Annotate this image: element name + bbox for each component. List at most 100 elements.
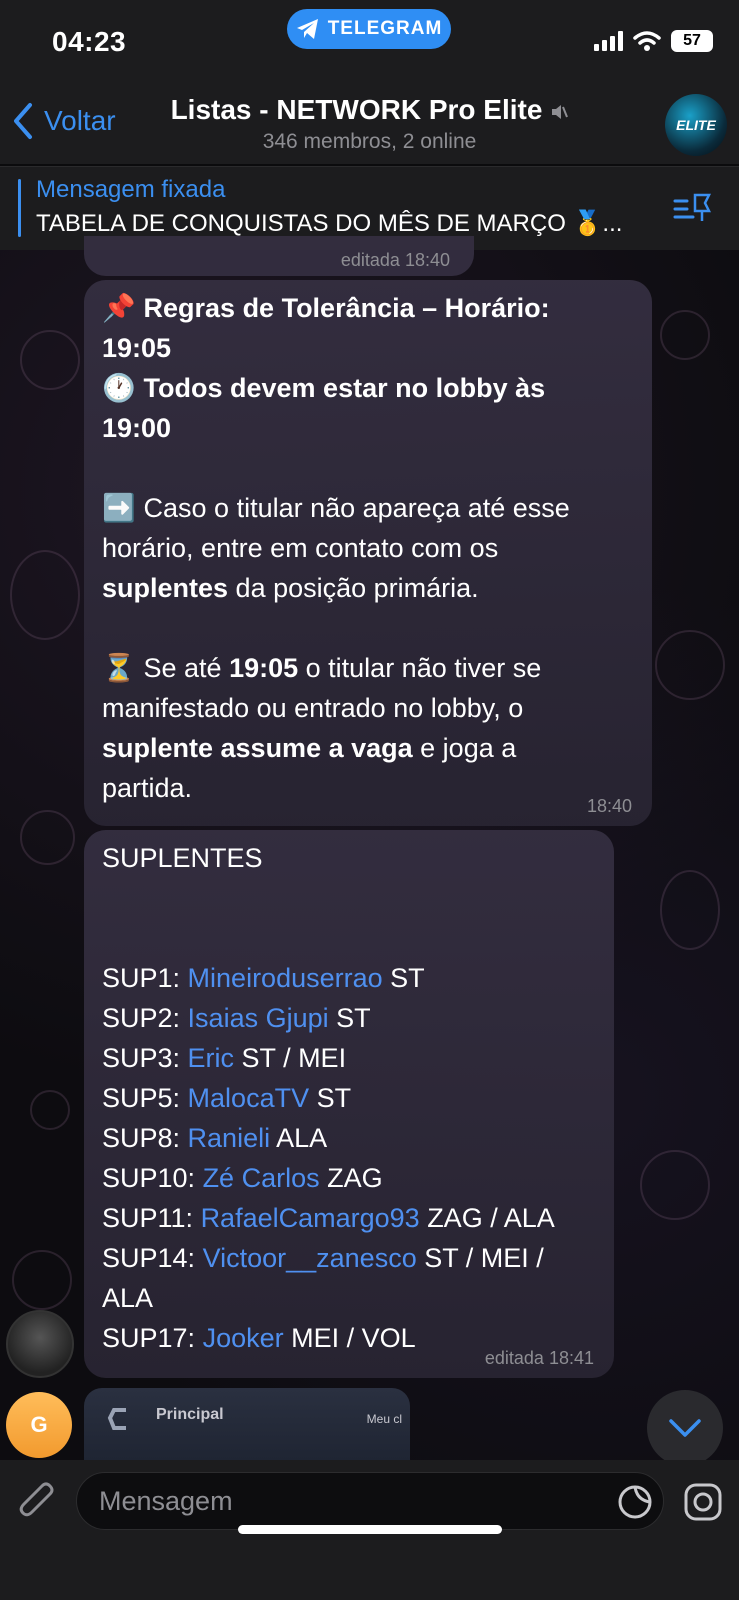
pinned-text: TABELA DE CONQUISTAS DO MÊS DE MARÇO 🥇..… [36, 210, 623, 237]
rules-title: Regras de Tolerância – Horário: [143, 293, 550, 323]
substitute-username-link[interactable]: Mineiroduserrao [188, 963, 383, 993]
substitute-slot: SUP5: [102, 1083, 188, 1113]
substitute-row: SUP10: Zé Carlos ZAG [102, 1158, 596, 1198]
substitute-row: ALA [102, 1278, 596, 1318]
bold-text: 19:05 [229, 653, 299, 683]
group-avatar-text: ELITE [676, 117, 716, 133]
telegram-pill[interactable]: TELEGRAM [287, 9, 451, 49]
pin-list-icon[interactable] [673, 191, 713, 225]
bold-text: suplente assume a vaga [102, 733, 413, 763]
substitute-position: ST / MEI / [416, 1243, 544, 1273]
paragraph-text: manifestado ou entrado no lobby, o [102, 693, 524, 723]
battery-icon: 57 [671, 30, 713, 52]
substitute-slot: SUP11: [102, 1203, 201, 1233]
substitute-row: SUP14: Victoor__zanesco ST / MEI / [102, 1238, 596, 1278]
substitute-username-link[interactable]: Victoor__zanesco [203, 1243, 417, 1273]
substitutes-list: SUP1: Mineiroduserrao ST SUP2: Isaias Gju… [102, 958, 596, 1358]
telegram-icon [296, 19, 318, 39]
lobby-time: 19:00 [102, 413, 172, 443]
message-line: suplente assume a vaga e joga a [102, 728, 634, 768]
mute-icon [552, 104, 569, 119]
message-line: 🕐 Todos devem estar no lobby às [102, 368, 634, 408]
camera-icon[interactable] [683, 1482, 723, 1522]
substitute-username-link[interactable]: Eric [188, 1043, 235, 1073]
substitute-slot: SUP1: [102, 963, 188, 993]
home-indicator [238, 1525, 502, 1534]
substitute-username-link[interactable]: Jooker [203, 1323, 284, 1353]
pinned-label: Mensagem fixada [36, 176, 226, 203]
message-input[interactable]: Mensagem [76, 1472, 664, 1530]
paragraph-text: Se até [143, 653, 230, 683]
substitute-position: ST / MEI [234, 1043, 347, 1073]
substitute-row: SUP3: Eric ST / MEI [102, 1038, 596, 1078]
substitute-position: ALA [270, 1123, 328, 1153]
substitute-position: ST [328, 1003, 371, 1033]
paragraph-text: horário, entre em contato com os [102, 533, 499, 563]
previous-message-bubble[interactable]: editada 18:40 [84, 236, 474, 276]
image-label-2: Meu cl [366, 1412, 402, 1426]
pin-indicator [18, 179, 21, 237]
avatar-letter: G [30, 1412, 48, 1437]
bold-text: suplentes [102, 573, 229, 603]
message-time: editada 18:41 [484, 1348, 594, 1368]
group-avatar[interactable]: ELITE [665, 94, 727, 156]
substitute-position: ZAG [319, 1163, 383, 1193]
app-logo-icon [107, 1408, 126, 1430]
scroll-down-button[interactable] [647, 1390, 723, 1466]
message-bubble-substitutes[interactable]: SUPLENTES SUP1: Mineiroduserrao ST SUP2: … [84, 830, 614, 1378]
message-line: ➡️ Caso o titular não apareça até esse [102, 488, 634, 528]
substitute-position: MEI / VOL [283, 1323, 416, 1353]
substitute-slot: SUP17: [102, 1323, 203, 1353]
paragraph-text: da posição primária. [228, 573, 479, 603]
chat-header: Voltar Listas - NETWORK Pro Elite 346 me… [0, 88, 739, 164]
paperclip-icon[interactable] [18, 1482, 58, 1524]
substitute-slot: SUP2: [102, 1003, 188, 1033]
status-icons: 57 [594, 30, 713, 52]
substitute-username-link[interactable]: MalocaTV [188, 1083, 310, 1113]
hourglass-icon: ⏳ [102, 653, 136, 683]
message-line: suplentes da posição primária. [102, 568, 634, 608]
substitute-username-link[interactable]: Zé Carlos [203, 1163, 320, 1193]
substitute-username-link[interactable]: Isaias Gjupi [188, 1003, 329, 1033]
substitute-position: ST [382, 963, 425, 993]
substitutes-heading: SUPLENTES [102, 843, 263, 873]
substitute-slot: SUP10: [102, 1163, 203, 1193]
message-time: 18:40 [586, 796, 632, 816]
arrow-right-icon: ➡️ [102, 493, 136, 523]
message-line: ⏳ Se até 19:05 o titular não tiver se [102, 648, 634, 688]
wifi-icon [633, 31, 661, 51]
image-message[interactable]: Principal Meu cl [84, 1388, 410, 1460]
lobby-text: Todos devem estar no lobby às [143, 373, 546, 403]
substitute-row: SUP11: RafaelCamargo93 ZAG / ALA [102, 1198, 596, 1238]
substitute-position: ALA [102, 1283, 154, 1313]
sticker-icon[interactable] [617, 1484, 653, 1520]
avatar-g[interactable]: G [6, 1392, 72, 1458]
substitute-username-link[interactable]: Ranieli [188, 1123, 271, 1153]
message-time: editada 18:40 [340, 250, 450, 270]
chevron-down-icon [669, 1419, 701, 1437]
substitute-row: SUP8: Ranieli ALA [102, 1118, 596, 1158]
paragraph-text: partida. [102, 773, 193, 803]
signal-icon [594, 31, 623, 51]
chat-subtitle: 346 membros, 2 online [262, 130, 477, 153]
chat-title[interactable]: Listas - NETWORK Pro Elite [0, 94, 739, 126]
substitute-slot: SUP8: [102, 1123, 188, 1153]
substitute-row: SUP5: MalocaTV ST [102, 1078, 596, 1118]
chat-title-text: Listas - NETWORK Pro Elite [170, 94, 543, 125]
message-bubble-rules[interactable]: 📌 Regras de Tolerância – Horário: 19:05 … [84, 280, 652, 826]
clock-icon: 🕐 [102, 373, 136, 403]
paragraph-text: e joga a [412, 733, 517, 763]
substitute-slot: SUP3: [102, 1043, 188, 1073]
sender-avatar[interactable] [6, 1310, 74, 1378]
status-bar: 04:23 TELEGRAM 57 [0, 0, 739, 88]
substitute-row: SUP1: Mineiroduserrao ST [102, 958, 596, 998]
substitute-username-link[interactable]: RafaelCamargo93 [201, 1203, 420, 1233]
substitute-slot: SUP14: [102, 1243, 203, 1273]
paragraph-text: o titular não tiver se [298, 653, 542, 683]
paragraph-text: Caso o titular não apareça até esse [143, 493, 570, 523]
message-line: 📌 Regras de Tolerância – Horário: [102, 288, 634, 328]
substitute-position: ZAG / ALA [419, 1203, 555, 1233]
substitute-row: SUP2: Isaias Gjupi ST [102, 998, 596, 1038]
rules-time: 19:05 [102, 333, 172, 363]
pushpin-icon: 📌 [102, 293, 136, 323]
